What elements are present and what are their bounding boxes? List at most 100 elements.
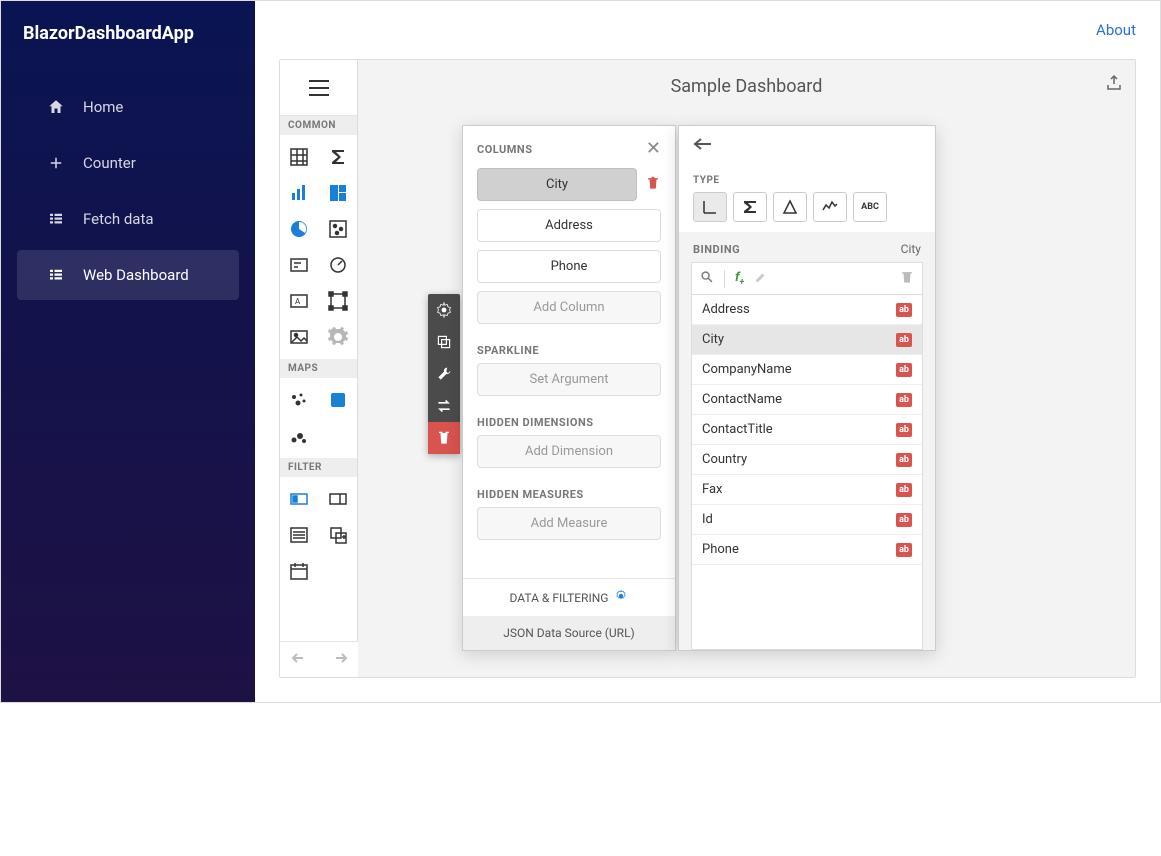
duplicate-icon[interactable] <box>428 326 460 358</box>
columns-title: COLUMNS <box>477 143 532 156</box>
text-badge-icon: ab <box>896 363 912 377</box>
undo-button[interactable] <box>291 650 309 669</box>
nav-counter[interactable]: Counter <box>17 138 239 188</box>
workarea: Sample Dashboard Phone 0241-039123 (505)… <box>358 60 1135 677</box>
redo-button[interactable] <box>330 650 348 669</box>
data-filtering-button[interactable]: DATA & FILTERING <box>463 579 675 616</box>
pie-tool-icon[interactable] <box>280 211 319 247</box>
convert-icon[interactable] <box>428 390 460 422</box>
add-measure-button[interactable]: Add Measure <box>477 507 661 540</box>
column-phone[interactable]: Phone <box>477 250 661 283</box>
wrench-icon[interactable] <box>428 358 460 390</box>
sigma-tool-icon[interactable] <box>319 139 358 175</box>
undo-redo-tray <box>280 641 358 677</box>
plus-icon <box>47 154 65 172</box>
list-filter-icon[interactable] <box>280 517 319 553</box>
close-icon[interactable]: ✕ <box>646 140 661 158</box>
gear-icon <box>614 589 628 606</box>
type-dimension-icon[interactable] <box>693 192 727 222</box>
card-tool-icon[interactable] <box>280 247 319 283</box>
boundbox-tool-icon[interactable] <box>319 283 358 319</box>
nav-dashboard-label: Web Dashboard <box>83 266 189 284</box>
add-column-button[interactable]: Add Column <box>477 291 661 324</box>
field-country[interactable]: Countryab <box>692 445 922 475</box>
text-badge-icon: ab <box>896 303 912 317</box>
hidden-dimensions-label: HIDDEN DIMENSIONS <box>463 404 675 435</box>
brand: BlazorDashboardApp <box>1 1 255 66</box>
sparkline-label: SPARKLINE <box>463 332 675 363</box>
tree-filter-icon[interactable] <box>319 517 358 553</box>
gear-tool-icon[interactable] <box>319 319 358 355</box>
dashboard-title: Sample Dashboard <box>358 60 1135 105</box>
text-badge-icon: ab <box>896 513 912 527</box>
bubble-map-icon[interactable] <box>280 382 319 418</box>
range-filter-icon[interactable] <box>280 481 319 517</box>
nav-home[interactable]: Home <box>17 82 239 132</box>
field-address[interactable]: Addressab <box>692 295 922 325</box>
type-text-icon[interactable]: ABC <box>853 192 887 222</box>
set-argument-button[interactable]: Set Argument <box>477 363 661 396</box>
toolbox: COMMON A MAPS <box>280 60 358 677</box>
binding-toolbar: f+ <box>691 262 923 295</box>
edit-icon[interactable] <box>754 269 768 288</box>
data-filtering-label: DATA & FILTERING <box>510 591 609 605</box>
field-phone[interactable]: Phoneab <box>692 535 922 565</box>
field-city[interactable]: Cityab <box>692 325 922 355</box>
sidebar: BlazorDashboardApp Home Counter Fetch da… <box>1 1 255 702</box>
column-address[interactable]: Address <box>477 209 661 242</box>
image-tool-icon[interactable] <box>280 319 319 355</box>
about-link[interactable]: About <box>1096 21 1136 39</box>
field-fax[interactable]: Faxab <box>692 475 922 505</box>
export-button[interactable] <box>1105 74 1123 96</box>
text-badge-icon: ab <box>896 393 912 407</box>
field-list: Addressab Cityab CompanyNameab ContactNa… <box>691 295 923 650</box>
field-contacttitle[interactable]: ContactTitleab <box>692 415 922 445</box>
treemap-tool-icon[interactable] <box>319 175 358 211</box>
back-icon[interactable] <box>693 136 713 155</box>
topbar: About <box>255 1 1160 59</box>
geo-map-icon[interactable] <box>319 382 358 418</box>
textbox-tool-icon[interactable]: A <box>280 283 319 319</box>
hidden-measures-label: HIDDEN MEASURES <box>463 476 675 507</box>
group-common-label: COMMON <box>280 116 357 135</box>
text-badge-icon: ab <box>896 423 912 437</box>
svg-text:A: A <box>295 297 301 306</box>
point-map-icon[interactable] <box>280 418 319 454</box>
date-filter-icon[interactable] <box>280 553 319 589</box>
binding-value: City <box>901 242 921 256</box>
text-badge-icon: ab <box>896 483 912 497</box>
group-maps-label: MAPS <box>280 359 357 378</box>
type-sparkline-icon[interactable] <box>813 192 847 222</box>
type-measure-icon[interactable] <box>733 192 767 222</box>
type-delta-icon[interactable] <box>773 192 807 222</box>
field-id[interactable]: Idab <box>692 505 922 535</box>
field-companyname[interactable]: CompanyNameab <box>692 355 922 385</box>
trash-icon[interactable] <box>900 269 914 288</box>
combo-filter-icon[interactable] <box>319 481 358 517</box>
text-badge-icon: ab <box>896 333 912 347</box>
fx-add-icon[interactable]: f+ <box>735 270 744 288</box>
grid-tool-icon[interactable] <box>280 139 319 175</box>
item-tool-strip <box>428 294 460 454</box>
dashboard-icon <box>47 266 65 284</box>
binding-panel: TYPE ABC BINDING City <box>678 125 936 651</box>
gauge-tool-icon[interactable] <box>319 247 358 283</box>
scatter-tool-icon[interactable] <box>319 211 358 247</box>
search-icon[interactable] <box>700 269 714 288</box>
field-contactname[interactable]: ContactNameab <box>692 385 922 415</box>
main: About COMMON A <box>255 1 1160 702</box>
list-icon <box>47 210 65 228</box>
nav-fetch[interactable]: Fetch data <box>17 194 239 244</box>
nav-fetch-label: Fetch data <box>83 210 154 228</box>
canvas: COMMON A MAPS <box>279 59 1136 678</box>
columns-panel: COLUMNS ✕ City Address Phone Add Column … <box>462 125 676 651</box>
gear-icon[interactable] <box>428 294 460 326</box>
chart-tool-icon[interactable] <box>280 175 319 211</box>
column-city[interactable]: City <box>477 168 637 201</box>
nav-dashboard[interactable]: Web Dashboard <box>17 250 239 300</box>
trash-icon[interactable] <box>645 175 661 194</box>
add-dimension-button[interactable]: Add Dimension <box>477 435 661 468</box>
data-source-label[interactable]: JSON Data Source (URL) <box>463 616 675 650</box>
delete-icon[interactable] <box>428 422 460 454</box>
hamburger-button[interactable] <box>280 60 357 116</box>
